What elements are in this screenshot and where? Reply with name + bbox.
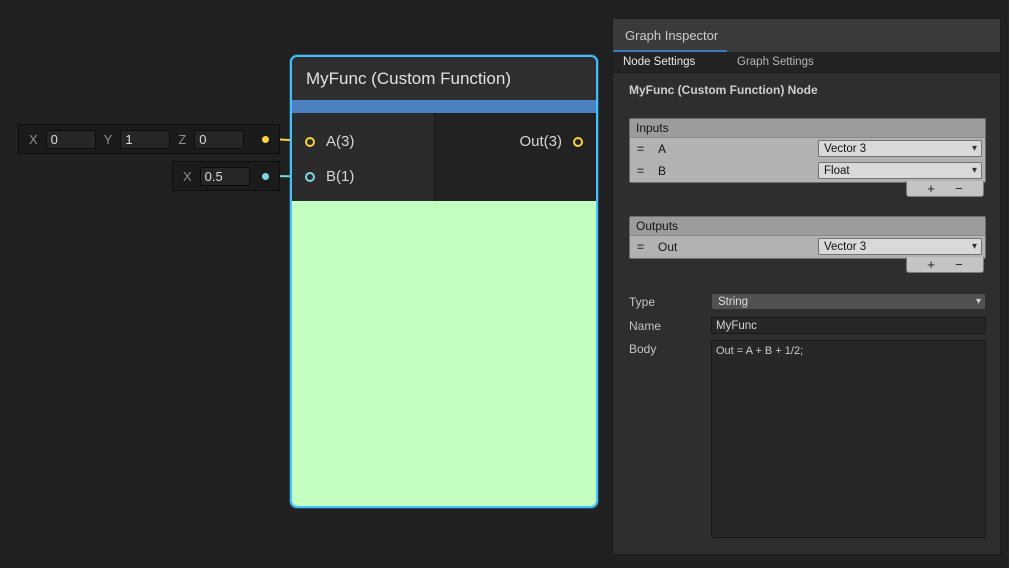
field-label-z: Z <box>178 132 186 147</box>
input-name: B <box>658 164 666 178</box>
output-port-column: Out(3) <box>435 113 596 201</box>
outputs-list-footer: + − <box>906 257 984 273</box>
inspector-title: Graph Inspector <box>625 28 718 43</box>
vector3-x-field[interactable] <box>46 130 96 149</box>
dropdown-value: Vector 3 <box>824 143 866 155</box>
vector3-y-field[interactable] <box>120 130 170 149</box>
field-label-x: X <box>29 132 38 147</box>
type-select[interactable]: String ▾ <box>711 293 986 310</box>
float-x-field[interactable] <box>200 167 250 186</box>
port-row-out: Out(3) <box>435 124 596 159</box>
outputs-list-header: Outputs <box>630 217 985 236</box>
input-port-column: A(3) B(1) <box>292 113 435 201</box>
type-label: Type <box>629 295 655 309</box>
output-out-type-dropdown[interactable]: Vector 3 ▾ <box>818 238 982 255</box>
inspector-tab-bar: Node Settings Graph Settings <box>613 52 1000 73</box>
port-a-label: A(3) <box>326 133 354 150</box>
dropdown-value: Vector 3 <box>824 241 866 253</box>
port-out-label: Out(3) <box>519 133 562 150</box>
port-b-label: B(1) <box>326 168 354 185</box>
node-preview <box>292 201 596 506</box>
input-name: A <box>658 142 666 156</box>
inputs-row-b[interactable]: = B Float ▾ <box>630 160 985 182</box>
port-row-b: B(1) <box>292 159 434 194</box>
port-row-a: A(3) <box>292 124 434 159</box>
port-b-connector-icon[interactable] <box>305 172 315 182</box>
field-label-y: Y <box>104 132 113 147</box>
graph-inspector-panel: Graph Inspector Node Settings Graph Sett… <box>612 18 1001 555</box>
vector3-slot-control: X Y Z <box>18 124 280 154</box>
input-a-type-dropdown[interactable]: Vector 3 ▾ <box>818 140 982 157</box>
output-name: Out <box>658 240 677 254</box>
tab-node-settings[interactable]: Node Settings <box>613 52 727 72</box>
drag-handle-icon[interactable]: = <box>637 240 644 254</box>
input-b-type-dropdown[interactable]: Float ▾ <box>818 162 982 179</box>
dropdown-value: String <box>718 296 748 308</box>
shader-graph-canvas[interactable]: X Y Z X MyFunc (Custom Function) A(3) <box>0 0 1009 568</box>
float-slot-control: X <box>172 161 280 191</box>
chevron-down-icon: ▾ <box>972 242 977 252</box>
node-title-bar[interactable]: MyFunc (Custom Function) <box>292 57 596 100</box>
node-myfunc-custom-function[interactable]: MyFunc (Custom Function) A(3) B(1) Out(3… <box>290 55 598 508</box>
chevron-down-icon: ▾ <box>976 297 981 307</box>
remove-input-button[interactable]: − <box>955 182 963 195</box>
body-label: Body <box>629 342 656 356</box>
node-settings-heading: MyFunc (Custom Function) Node <box>629 83 818 97</box>
drag-handle-icon[interactable]: = <box>637 164 644 178</box>
body-field[interactable]: Out = A + B + 1/2; <box>711 340 986 538</box>
add-input-button[interactable]: + <box>927 182 935 195</box>
dropdown-value: Float <box>824 165 850 177</box>
node-accent-bar <box>292 100 596 113</box>
chevron-down-icon: ▾ <box>972 144 977 154</box>
node-title: MyFunc (Custom Function) <box>306 69 511 89</box>
inspector-title-bar[interactable]: Graph Inspector <box>613 19 1000 53</box>
inputs-list-footer: + − <box>906 181 984 197</box>
float-port-dot[interactable] <box>262 173 269 180</box>
port-a-connector-icon[interactable] <box>305 137 315 147</box>
chevron-down-icon: ▾ <box>972 166 977 176</box>
inputs-list: Inputs = A Vector 3 ▾ = B Float ▾ <box>629 118 986 183</box>
node-port-area: A(3) B(1) Out(3) <box>292 113 596 201</box>
vector3-port-dot[interactable] <box>262 136 269 143</box>
inputs-row-a[interactable]: = A Vector 3 ▾ <box>630 138 985 160</box>
field-label-x: X <box>183 169 192 184</box>
drag-handle-icon[interactable]: = <box>637 142 644 156</box>
name-label: Name <box>629 319 661 333</box>
outputs-row-out[interactable]: = Out Vector 3 ▾ <box>630 236 985 258</box>
outputs-list: Outputs = Out Vector 3 ▾ <box>629 216 986 259</box>
name-field[interactable] <box>711 317 986 334</box>
vector3-z-field[interactable] <box>194 130 244 149</box>
inputs-list-header: Inputs <box>630 119 985 138</box>
port-out-connector-icon[interactable] <box>573 137 583 147</box>
add-output-button[interactable]: + <box>927 258 935 271</box>
remove-output-button[interactable]: − <box>955 258 963 271</box>
tab-graph-settings[interactable]: Graph Settings <box>727 52 824 72</box>
